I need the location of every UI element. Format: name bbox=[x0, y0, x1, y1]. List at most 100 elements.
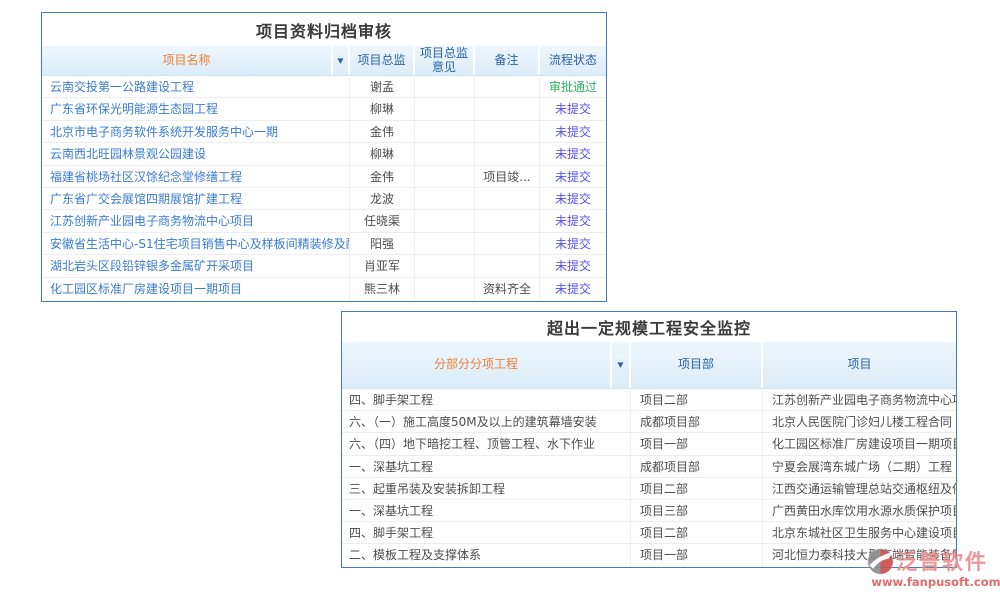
cell-name[interactable]: 安徽省生活中心-S1住宅项目销售中心及样板间精装修及配套 bbox=[42, 233, 350, 254]
column-header-project-dept: 项目部 bbox=[631, 342, 763, 388]
cell-name[interactable]: 广东省广交会展馆四期展馆扩建工程 bbox=[42, 188, 350, 209]
cell-director: 金伟 bbox=[350, 121, 415, 142]
table-row[interactable]: 云南西北旺园林景观公园建设柳琳 未提交 bbox=[42, 143, 606, 165]
cell-director: 柳琳 bbox=[350, 98, 415, 119]
table-row[interactable]: 云南交投第一公路建设工程谢孟审批通过 bbox=[42, 76, 606, 98]
cell-name[interactable]: 福建省桃场社区汉馀纪念堂修缮工程 bbox=[42, 166, 350, 187]
table-row[interactable]: 福建省桃场社区汉馀纪念堂修缮工程金伟 项目竣...未提交 bbox=[42, 166, 606, 188]
cell-opinion bbox=[415, 233, 475, 254]
cell-director: 金伟 bbox=[350, 166, 415, 187]
cell-remark bbox=[475, 98, 540, 119]
cell-remark: 资料齐全 bbox=[475, 278, 540, 300]
cell-subitem: 三、起重吊装及安装拆卸工程 bbox=[342, 478, 631, 499]
cell-remark bbox=[475, 233, 540, 254]
cell-subitem: 二、模板工程及支撑体系 bbox=[342, 544, 631, 566]
project-name-filter-button[interactable]: ▼ bbox=[333, 46, 350, 75]
cell-project: 江西交通运输管理总站交通枢纽及停车... bbox=[763, 478, 956, 499]
cell-remark bbox=[475, 210, 540, 231]
cell-project: 化工园区标准厂房建设项目一期项目 bbox=[763, 433, 956, 454]
cell-opinion bbox=[415, 98, 475, 119]
table-row[interactable]: 一、深基坑工程成都项目部宁夏会展湾东城广场（二期）工程 bbox=[342, 456, 956, 478]
column-header-remark: 备注 bbox=[475, 46, 540, 75]
table-row[interactable]: 四、脚手架工程项目二部江苏创新产业园电子商务物流中心项目 bbox=[342, 389, 956, 411]
cell-project: 北京东城社区卫生服务中心建设项目EPC bbox=[763, 522, 956, 543]
cell-status: 未提交 bbox=[540, 278, 606, 300]
subdivision-filter-button[interactable]: ▼ bbox=[612, 342, 631, 388]
cell-director: 阳强 bbox=[350, 233, 415, 254]
cell-dept: 成都项目部 bbox=[631, 411, 763, 432]
archive-review-panel: 项目资料归档审核 项目名称 ▼ 项目总监 项目总监意见 备注 流程状态 云南交投… bbox=[41, 12, 607, 302]
table-row[interactable]: 二、模板工程及支撑体系项目一部河北恒力泰科技大型高端智能装备制造... bbox=[342, 544, 956, 566]
column-header-director-opinion: 项目总监意见 bbox=[415, 46, 475, 75]
cell-name[interactable]: 江苏创新产业园电子商务物流中心项目 bbox=[42, 210, 350, 231]
table-row[interactable]: 江苏创新产业园电子商务物流中心项目任晓渠 未提交 bbox=[42, 210, 606, 232]
safety-table-header: 分部分分项工程 ▼ 项目部 项目 bbox=[342, 342, 956, 389]
table-row[interactable]: 广东省环保光明能源生态园工程柳琳未提交 bbox=[42, 98, 606, 120]
cell-status: 未提交 bbox=[540, 188, 606, 209]
cell-dept: 项目二部 bbox=[631, 389, 763, 410]
cell-remark: 项目竣... bbox=[475, 166, 540, 187]
column-header-project-name[interactable]: 项目名称 bbox=[42, 46, 333, 75]
fanpu-brand-text: 泛普软件 bbox=[896, 546, 988, 576]
cell-dept: 项目二部 bbox=[631, 478, 763, 499]
cell-remark bbox=[475, 188, 540, 209]
column-header-subdivision-work[interactable]: 分部分分项工程 bbox=[342, 342, 612, 388]
cell-opinion bbox=[415, 76, 475, 97]
cell-dept: 项目三部 bbox=[631, 500, 763, 521]
table-row[interactable]: 六、（一）施工高度50M及以上的建筑幕墙安装成都项目部北京人民医院门诊妇儿楼工程… bbox=[342, 411, 956, 433]
archive-panel-title: 项目资料归档审核 bbox=[42, 13, 606, 46]
cell-subitem: 六、（四）地下暗挖工程、顶管工程、水下作业 bbox=[342, 433, 631, 454]
cell-project: 北京人民医院门诊妇儿楼工程合同 bbox=[763, 411, 956, 432]
cell-dept: 项目一部 bbox=[631, 433, 763, 454]
cell-project: 江苏创新产业园电子商务物流中心项目 bbox=[763, 389, 956, 410]
table-row[interactable]: 化工园区标准厂房建设项目一期项目熊三林资料齐全未提交 bbox=[42, 278, 606, 300]
safety-panel-title: 超出一定规模工程安全监控 bbox=[342, 312, 956, 342]
table-row[interactable]: 三、起重吊装及安装拆卸工程项目二部江西交通运输管理总站交通枢纽及停车... bbox=[342, 478, 956, 500]
cell-name[interactable]: 化工园区标准厂房建设项目一期项目 bbox=[42, 278, 350, 300]
table-row[interactable]: 四、脚手架工程项目二部北京东城社区卫生服务中心建设项目EPC bbox=[342, 522, 956, 544]
cell-name[interactable]: 湖北岩头区段铅锌银多金属矿开采项目 bbox=[42, 255, 350, 276]
fanpu-url-text: www.fanpusoft.com bbox=[866, 575, 1000, 589]
cell-opinion bbox=[415, 143, 475, 164]
cell-dept: 项目一部 bbox=[631, 544, 763, 566]
cell-status: 未提交 bbox=[540, 210, 606, 231]
cell-status: 未提交 bbox=[540, 233, 606, 254]
cell-status: 未提交 bbox=[540, 143, 606, 164]
cell-name[interactable]: 云南交投第一公路建设工程 bbox=[42, 76, 350, 97]
cell-director: 龙波 bbox=[350, 188, 415, 209]
cell-dept: 项目二部 bbox=[631, 522, 763, 543]
cell-status: 未提交 bbox=[540, 166, 606, 187]
safety-monitor-panel: 超出一定规模工程安全监控 分部分分项工程 ▼ 项目部 项目 四、脚手架工程项目二… bbox=[341, 311, 957, 568]
cell-project: 广西黄田水库饮用水源水质保护项目 bbox=[763, 500, 956, 521]
cell-subitem: 四、脚手架工程 bbox=[342, 389, 631, 410]
table-row[interactable]: 湖北岩头区段铅锌银多金属矿开采项目肖亚军未提交 bbox=[42, 255, 606, 277]
cell-remark bbox=[475, 143, 540, 164]
cell-name[interactable]: 云南西北旺园林景观公园建设 bbox=[42, 143, 350, 164]
table-row[interactable]: 一、深基坑工程项目三部广西黄田水库饮用水源水质保护项目 bbox=[342, 500, 956, 522]
cell-remark bbox=[475, 76, 540, 97]
table-row[interactable]: 安徽省生活中心-S1住宅项目销售中心及样板间精装修及配套阳强 未提交 bbox=[42, 233, 606, 255]
table-row[interactable]: 广东省广交会展馆四期展馆扩建工程龙波 未提交 bbox=[42, 188, 606, 210]
cell-opinion bbox=[415, 188, 475, 209]
cell-name[interactable]: 北京市电子商务软件系统开发服务中心一期 bbox=[42, 121, 350, 142]
cell-director: 任晓渠 bbox=[350, 210, 415, 231]
cell-remark bbox=[475, 121, 540, 142]
cell-director: 柳琳 bbox=[350, 143, 415, 164]
cell-name[interactable]: 广东省环保光明能源生态园工程 bbox=[42, 98, 350, 119]
cell-status: 未提交 bbox=[540, 121, 606, 142]
safety-table-body: 四、脚手架工程项目二部江苏创新产业园电子商务物流中心项目六、（一）施工高度50M… bbox=[342, 389, 956, 567]
column-header-flow-status: 流程状态 bbox=[540, 46, 606, 75]
cell-subitem: 六、（一）施工高度50M及以上的建筑幕墙安装 bbox=[342, 411, 631, 432]
column-header-project: 项目 bbox=[763, 342, 956, 388]
chevron-down-icon: ▼ bbox=[617, 361, 623, 369]
cell-subitem: 四、脚手架工程 bbox=[342, 522, 631, 543]
cell-dept: 成都项目部 bbox=[631, 456, 763, 477]
cell-status: 审批通过 bbox=[540, 76, 606, 97]
archive-table-header: 项目名称 ▼ 项目总监 项目总监意见 备注 流程状态 bbox=[42, 46, 606, 76]
table-row[interactable]: 北京市电子商务软件系统开发服务中心一期金伟 未提交 bbox=[42, 121, 606, 143]
cell-opinion bbox=[415, 278, 475, 300]
fanpu-logo-icon bbox=[866, 547, 895, 576]
table-row[interactable]: 六、（四）地下暗挖工程、顶管工程、水下作业项目一部化工园区标准厂房建设项目一期项… bbox=[342, 433, 956, 455]
cell-remark bbox=[475, 255, 540, 276]
cell-opinion bbox=[415, 166, 475, 187]
